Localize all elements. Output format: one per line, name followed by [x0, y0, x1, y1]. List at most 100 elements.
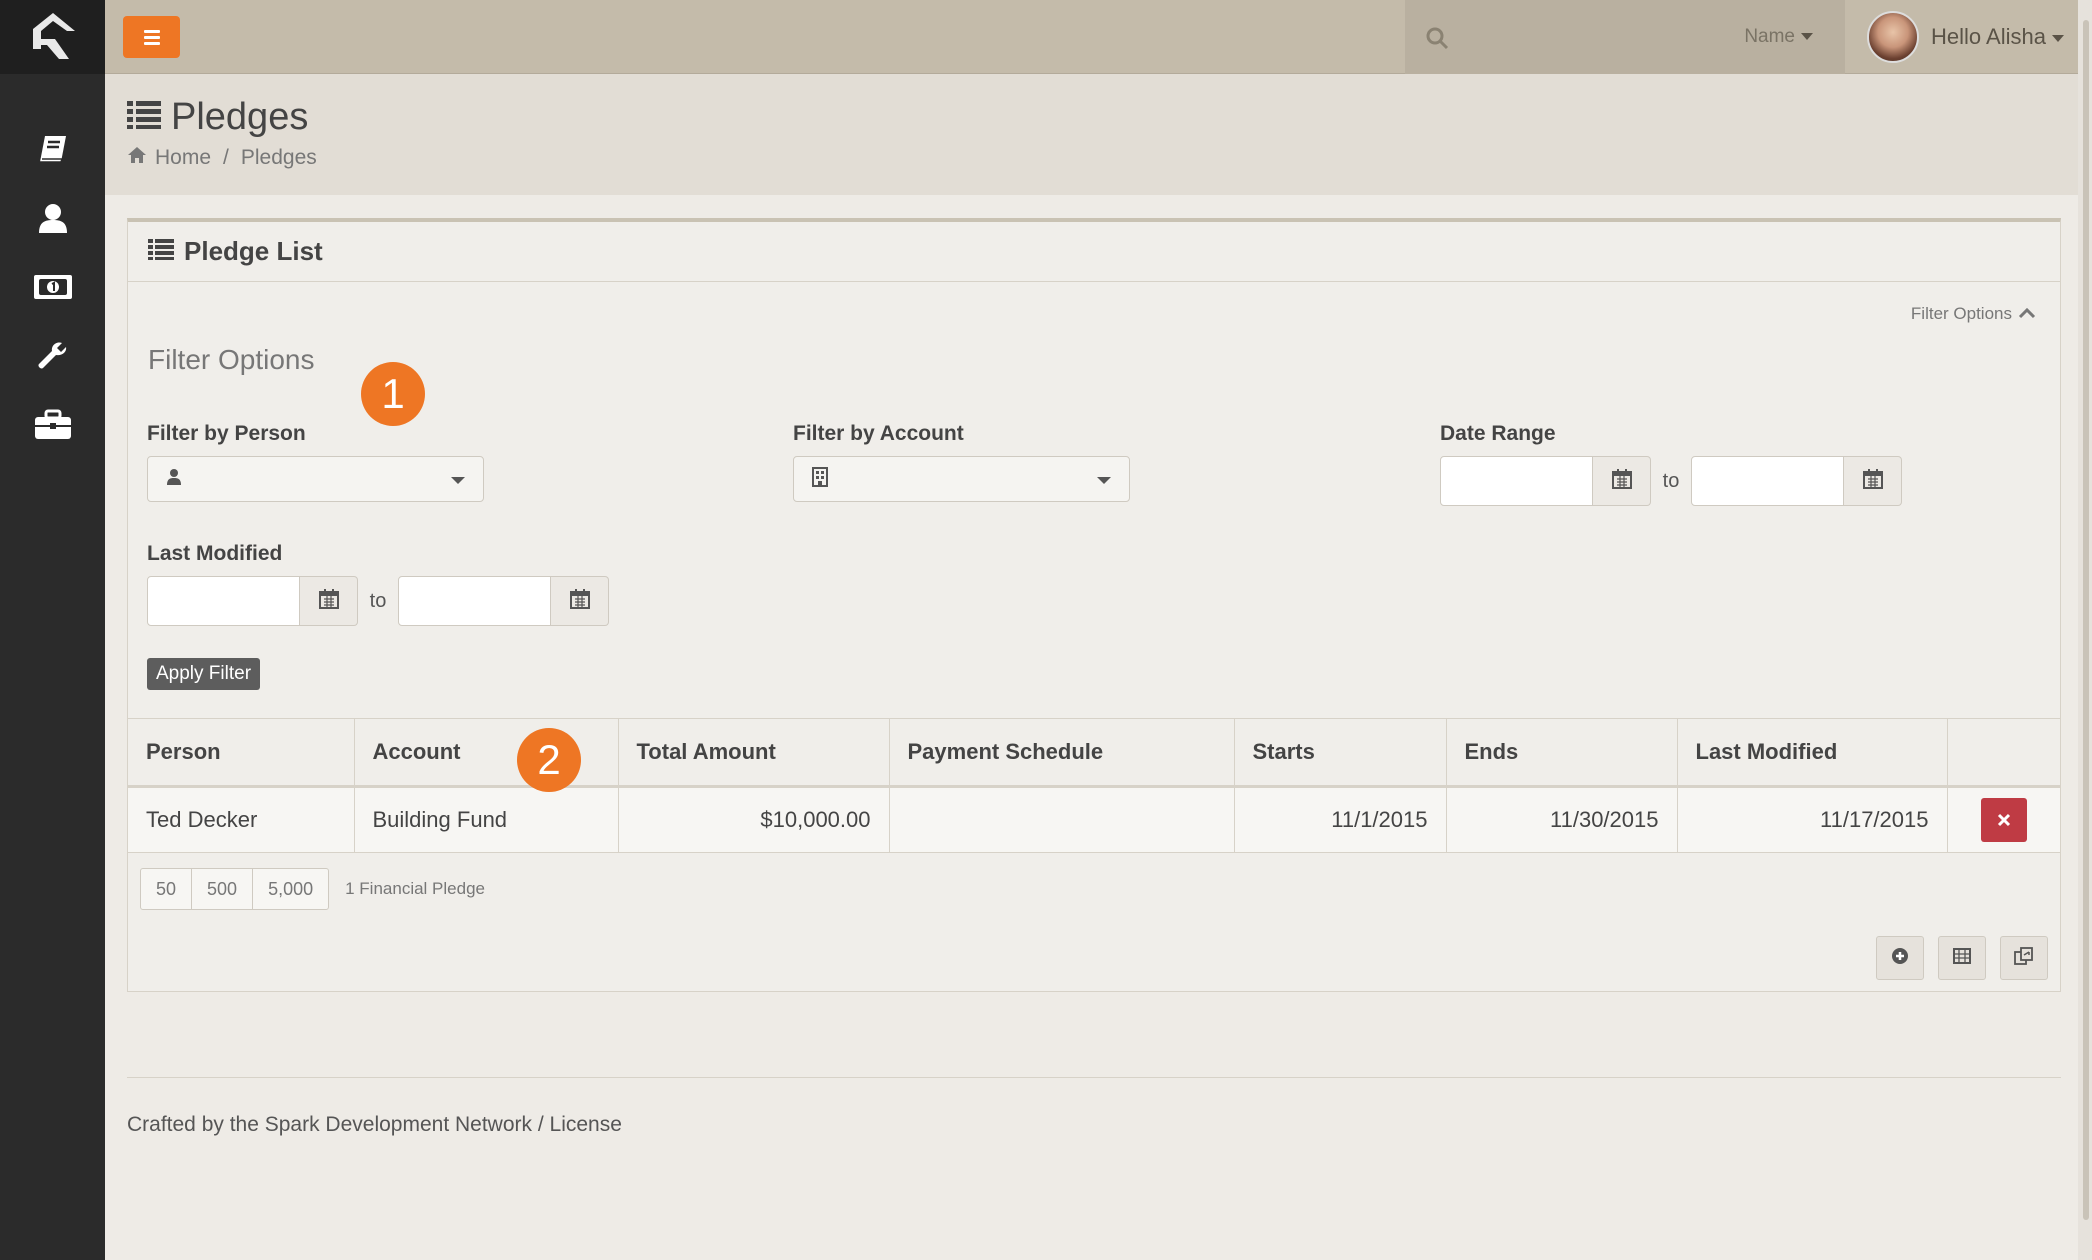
export-excel-button[interactable] [1938, 936, 1986, 980]
cell-account: Building Fund [354, 786, 619, 853]
chevron-down-icon [1097, 477, 1111, 484]
chevron-down-icon [1801, 33, 1813, 41]
calendar-icon [1611, 469, 1632, 493]
building-icon [812, 467, 828, 491]
scrollbar-thumb[interactable] [2083, 20, 2089, 1220]
search-icon [1425, 26, 1449, 54]
calendar-icon [569, 589, 590, 613]
table-header-row: Person Account Total Amount Payment Sche… [128, 718, 2060, 788]
home-icon [127, 146, 147, 170]
money-icon [33, 272, 73, 306]
person-icon [166, 468, 182, 490]
callout-badge-2: 2 [517, 728, 581, 792]
wrench-icon [36, 339, 70, 377]
sidebar-item-finance[interactable] [0, 254, 105, 323]
filter-options-toggle[interactable]: Filter Options [1911, 304, 2036, 324]
last-modified-to-label: to [369, 589, 387, 612]
date-range-start-calendar-button[interactable] [1593, 456, 1651, 506]
page-size-500-button[interactable]: 500 [191, 868, 254, 910]
page-header: Pledges Home / Pledges [105, 74, 2078, 195]
apply-filter-button[interactable]: Apply Filter [147, 658, 261, 690]
record-count: 1 Financial Pledge [345, 879, 485, 898]
calendar-icon [318, 589, 339, 613]
delete-button[interactable] [1980, 798, 2027, 842]
column-header-payment-schedule[interactable]: Payment Schedule [889, 718, 1235, 788]
chevron-up-icon [2018, 304, 2036, 324]
briefcase-icon [34, 409, 72, 445]
account-picker[interactable] [793, 456, 1130, 502]
hamburger-icon [143, 29, 160, 33]
person-picker[interactable] [147, 456, 484, 502]
date-range-picker: to [1440, 456, 1902, 506]
person-icon [36, 201, 70, 239]
column-header-total-amount[interactable]: Total Amount [618, 718, 890, 788]
page-title: Pledges [171, 96, 309, 138]
page-size-selector: 50 500 5,000 1 Financial Pledge [140, 868, 485, 910]
column-header-ends[interactable]: Ends [1446, 718, 1678, 788]
table-row[interactable]: Ted Decker Building Fund $10,000.00 11/1… [128, 786, 2060, 853]
table-icon [1953, 948, 1971, 968]
filter-options-title: Filter Options [148, 344, 315, 375]
copy-icon [2014, 947, 2034, 969]
last-modified-start-input[interactable] [147, 576, 300, 626]
sidebar-item-tools[interactable] [0, 323, 105, 392]
date-range-start-input[interactable] [1440, 456, 1593, 506]
avatar [1867, 11, 1919, 63]
column-header-last-modified[interactable]: Last Modified [1677, 718, 1948, 788]
rock-logo[interactable] [0, 0, 105, 74]
cell-last-modified: 11/17/2015 [1677, 786, 1948, 853]
date-range-end-input[interactable] [1691, 456, 1844, 506]
date-range-label: Date Range [1440, 422, 1556, 445]
breadcrumb-home[interactable]: Home [155, 146, 211, 170]
footer-divider [127, 1077, 2061, 1078]
panel-title: Pledge List [184, 236, 323, 266]
column-header-person[interactable]: Person [128, 718, 355, 788]
sidebar-item-book[interactable] [0, 116, 105, 185]
panel-heading: Pledge List [128, 222, 2060, 282]
footer-credit: Crafted by the Spark Development Network… [127, 1113, 622, 1136]
sidebar-item-admin[interactable] [0, 392, 105, 461]
sidebar-item-people[interactable] [0, 185, 105, 254]
column-header-starts[interactable]: Starts [1234, 718, 1447, 788]
page-size-50-button[interactable]: 50 [140, 868, 193, 910]
last-modified-end-calendar-button[interactable] [551, 576, 609, 626]
cell-actions [1947, 786, 2060, 853]
pledge-list-panel: Pledge List Filter Options Filter Option… [127, 218, 2061, 992]
date-range-to-label: to [1662, 469, 1680, 492]
calendar-icon [1862, 469, 1883, 493]
merge-template-button[interactable] [2000, 936, 2048, 980]
date-range-end-calendar-button[interactable] [1844, 456, 1902, 506]
chevron-down-icon [451, 477, 465, 484]
last-modified-end-input[interactable] [398, 576, 551, 626]
page-size-5000-button[interactable]: 5,000 [252, 868, 330, 910]
user-menu[interactable]: Hello Alisha [1845, 0, 2092, 74]
filter-person-label: Filter by Person [147, 422, 306, 445]
add-button[interactable] [1876, 936, 1924, 980]
cell-total-amount: $10,000.00 [618, 786, 890, 853]
list-icon [148, 236, 174, 267]
breadcrumb: Home / Pledges [127, 146, 317, 170]
pledge-table: Person Account Total Amount Payment Sche… [128, 718, 2060, 853]
filter-account-label: Filter by Account [793, 422, 964, 445]
last-modified-start-calendar-button[interactable] [300, 576, 358, 626]
scrollbar[interactable] [2078, 0, 2092, 1260]
last-modified-picker: to [147, 576, 609, 626]
cell-ends: 11/30/2015 [1446, 786, 1678, 853]
cell-starts: 11/1/2015 [1234, 786, 1447, 853]
breadcrumb-separator: / [223, 146, 229, 169]
close-icon [1997, 807, 2011, 833]
breadcrumb-current: Pledges [240, 146, 317, 169]
callout-badge-1: 1 [361, 362, 425, 426]
greeting: Hello Alisha [1931, 24, 2046, 49]
grid-actions [1876, 936, 2048, 980]
chevron-down-icon [2051, 34, 2064, 42]
column-header-actions [1947, 718, 2060, 788]
cell-person: Ted Decker [128, 786, 355, 853]
search-area[interactable]: Name [1405, 0, 1845, 74]
book-icon [36, 132, 70, 170]
menu-toggle-button[interactable] [123, 16, 180, 58]
last-modified-label: Last Modified [147, 542, 283, 565]
cell-payment-schedule [889, 786, 1235, 853]
sidebar [0, 0, 105, 1260]
search-type-dropdown[interactable]: Name [1744, 26, 1813, 48]
